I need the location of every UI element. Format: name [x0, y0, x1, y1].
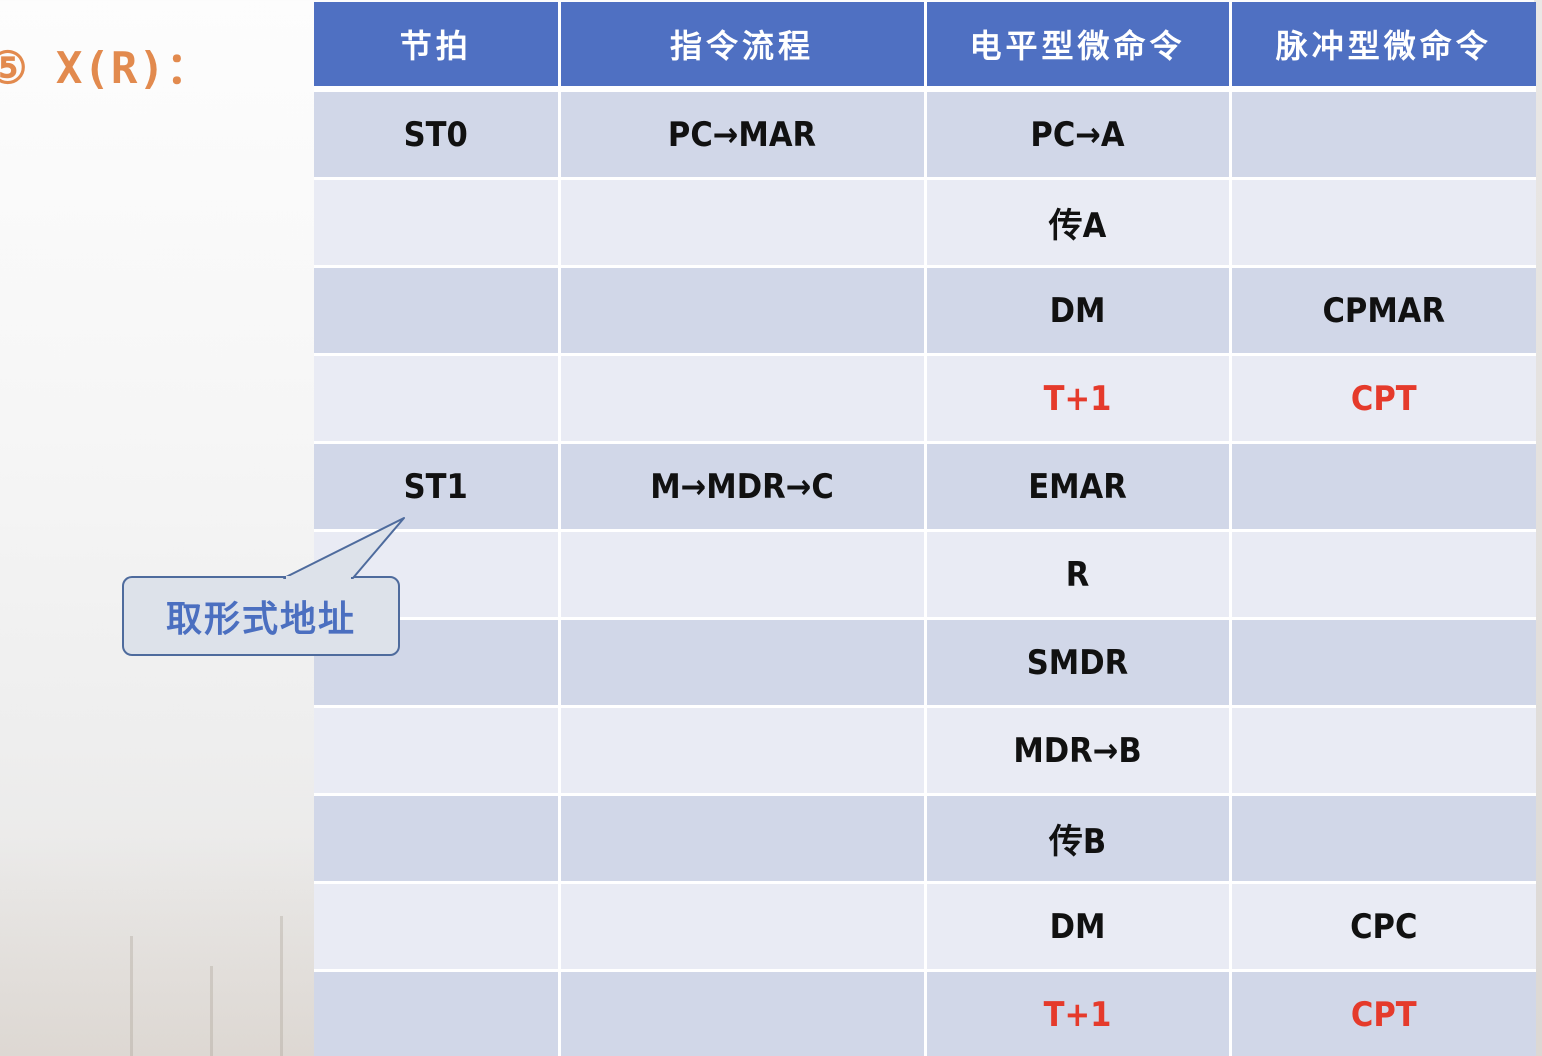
- cell-beat: ST1: [314, 442, 561, 532]
- table-row: 传B: [314, 794, 1536, 884]
- background-pole: [130, 936, 133, 1056]
- cell-beat: [314, 970, 561, 1056]
- cell-instruction-flow: [559, 794, 927, 884]
- header-pulse-microcommand: 脉冲型微命令: [1230, 2, 1536, 92]
- slide-title: ⑤ X(R)：: [0, 43, 211, 94]
- cell-instruction-flow: [559, 354, 927, 444]
- table-header-row: 节拍 指令流程 电平型微命令 脉冲型微命令: [314, 2, 1536, 92]
- cell-instruction-flow: [559, 266, 927, 356]
- cell-instruction-flow: [559, 706, 927, 796]
- cell-beat: [314, 706, 561, 796]
- cell-pulse-microcommand: CPC: [1230, 882, 1536, 972]
- cell-level-microcommand: PC→A: [925, 89, 1232, 180]
- cell-pulse-microcommand: CPT: [1230, 354, 1536, 444]
- cell-beat: [314, 794, 561, 884]
- cell-level-microcommand: EMAR: [925, 442, 1232, 532]
- cell-instruction-flow: M→MDR→C: [559, 442, 927, 532]
- background-pole: [210, 966, 213, 1056]
- cell-level-microcommand: R: [925, 530, 1232, 620]
- cell-level-microcommand: T+1: [925, 354, 1232, 444]
- table-row: SMDR: [314, 618, 1536, 708]
- table-body: ST0 PC→MAR PC→A 传A DM CPMAR T+1 CPT ST1 M→MDR→C EM…: [314, 89, 1536, 1056]
- cell-instruction-flow: [559, 618, 927, 708]
- table-row: 传A: [314, 178, 1536, 268]
- cell-beat: [314, 882, 561, 972]
- cell-pulse-microcommand: [1230, 530, 1536, 620]
- table-row: DM CPMAR: [314, 266, 1536, 356]
- cell-instruction-flow: [559, 882, 927, 972]
- cell-beat: ST0: [314, 89, 561, 180]
- table-row: T+1 CPT: [314, 354, 1536, 444]
- table-row: R: [314, 530, 1536, 620]
- header-level-microcommand: 电平型微命令: [925, 2, 1232, 92]
- background-scenery: [0, 836, 320, 1056]
- cell-pulse-microcommand: [1230, 618, 1536, 708]
- table-row: ST1 M→MDR→C EMAR: [314, 442, 1536, 532]
- cell-beat: [314, 354, 561, 444]
- callout-note: 取形式地址: [122, 576, 400, 656]
- cell-instruction-flow: [559, 530, 927, 620]
- cell-instruction-flow: [559, 178, 927, 268]
- cell-pulse-microcommand: [1230, 178, 1536, 268]
- cell-level-microcommand: DM: [925, 266, 1232, 356]
- cell-pulse-microcommand: [1230, 89, 1536, 180]
- background-pole: [280, 916, 283, 1056]
- cell-level-microcommand: 传A: [925, 178, 1232, 268]
- cell-pulse-microcommand: CPT: [1230, 970, 1536, 1056]
- cell-level-microcommand: MDR→B: [925, 706, 1232, 796]
- cell-instruction-flow: PC→MAR: [559, 89, 927, 180]
- cell-pulse-microcommand: CPMAR: [1230, 266, 1536, 356]
- table-row: MDR→B: [314, 706, 1536, 796]
- cell-level-microcommand: DM: [925, 882, 1232, 972]
- header-instruction-flow: 指令流程: [559, 2, 927, 92]
- cell-level-microcommand: SMDR: [925, 618, 1232, 708]
- table-row: ST0 PC→MAR PC→A: [314, 89, 1536, 180]
- cell-beat: [314, 266, 561, 356]
- header-beat: 节拍: [314, 2, 561, 92]
- cell-level-microcommand: T+1: [925, 970, 1232, 1056]
- cell-pulse-microcommand: [1230, 794, 1536, 884]
- table-row: T+1 CPT: [314, 970, 1536, 1056]
- cell-pulse-microcommand: [1230, 442, 1536, 532]
- microcommand-table: 节拍 指令流程 电平型微命令 脉冲型微命令 ST0 PC→MAR PC→A 传A DM C…: [314, 2, 1536, 1056]
- table-row: DM CPC: [314, 882, 1536, 972]
- cell-instruction-flow: [559, 970, 927, 1056]
- cell-pulse-microcommand: [1230, 706, 1536, 796]
- cell-beat: [314, 178, 561, 268]
- cell-level-microcommand: 传B: [925, 794, 1232, 884]
